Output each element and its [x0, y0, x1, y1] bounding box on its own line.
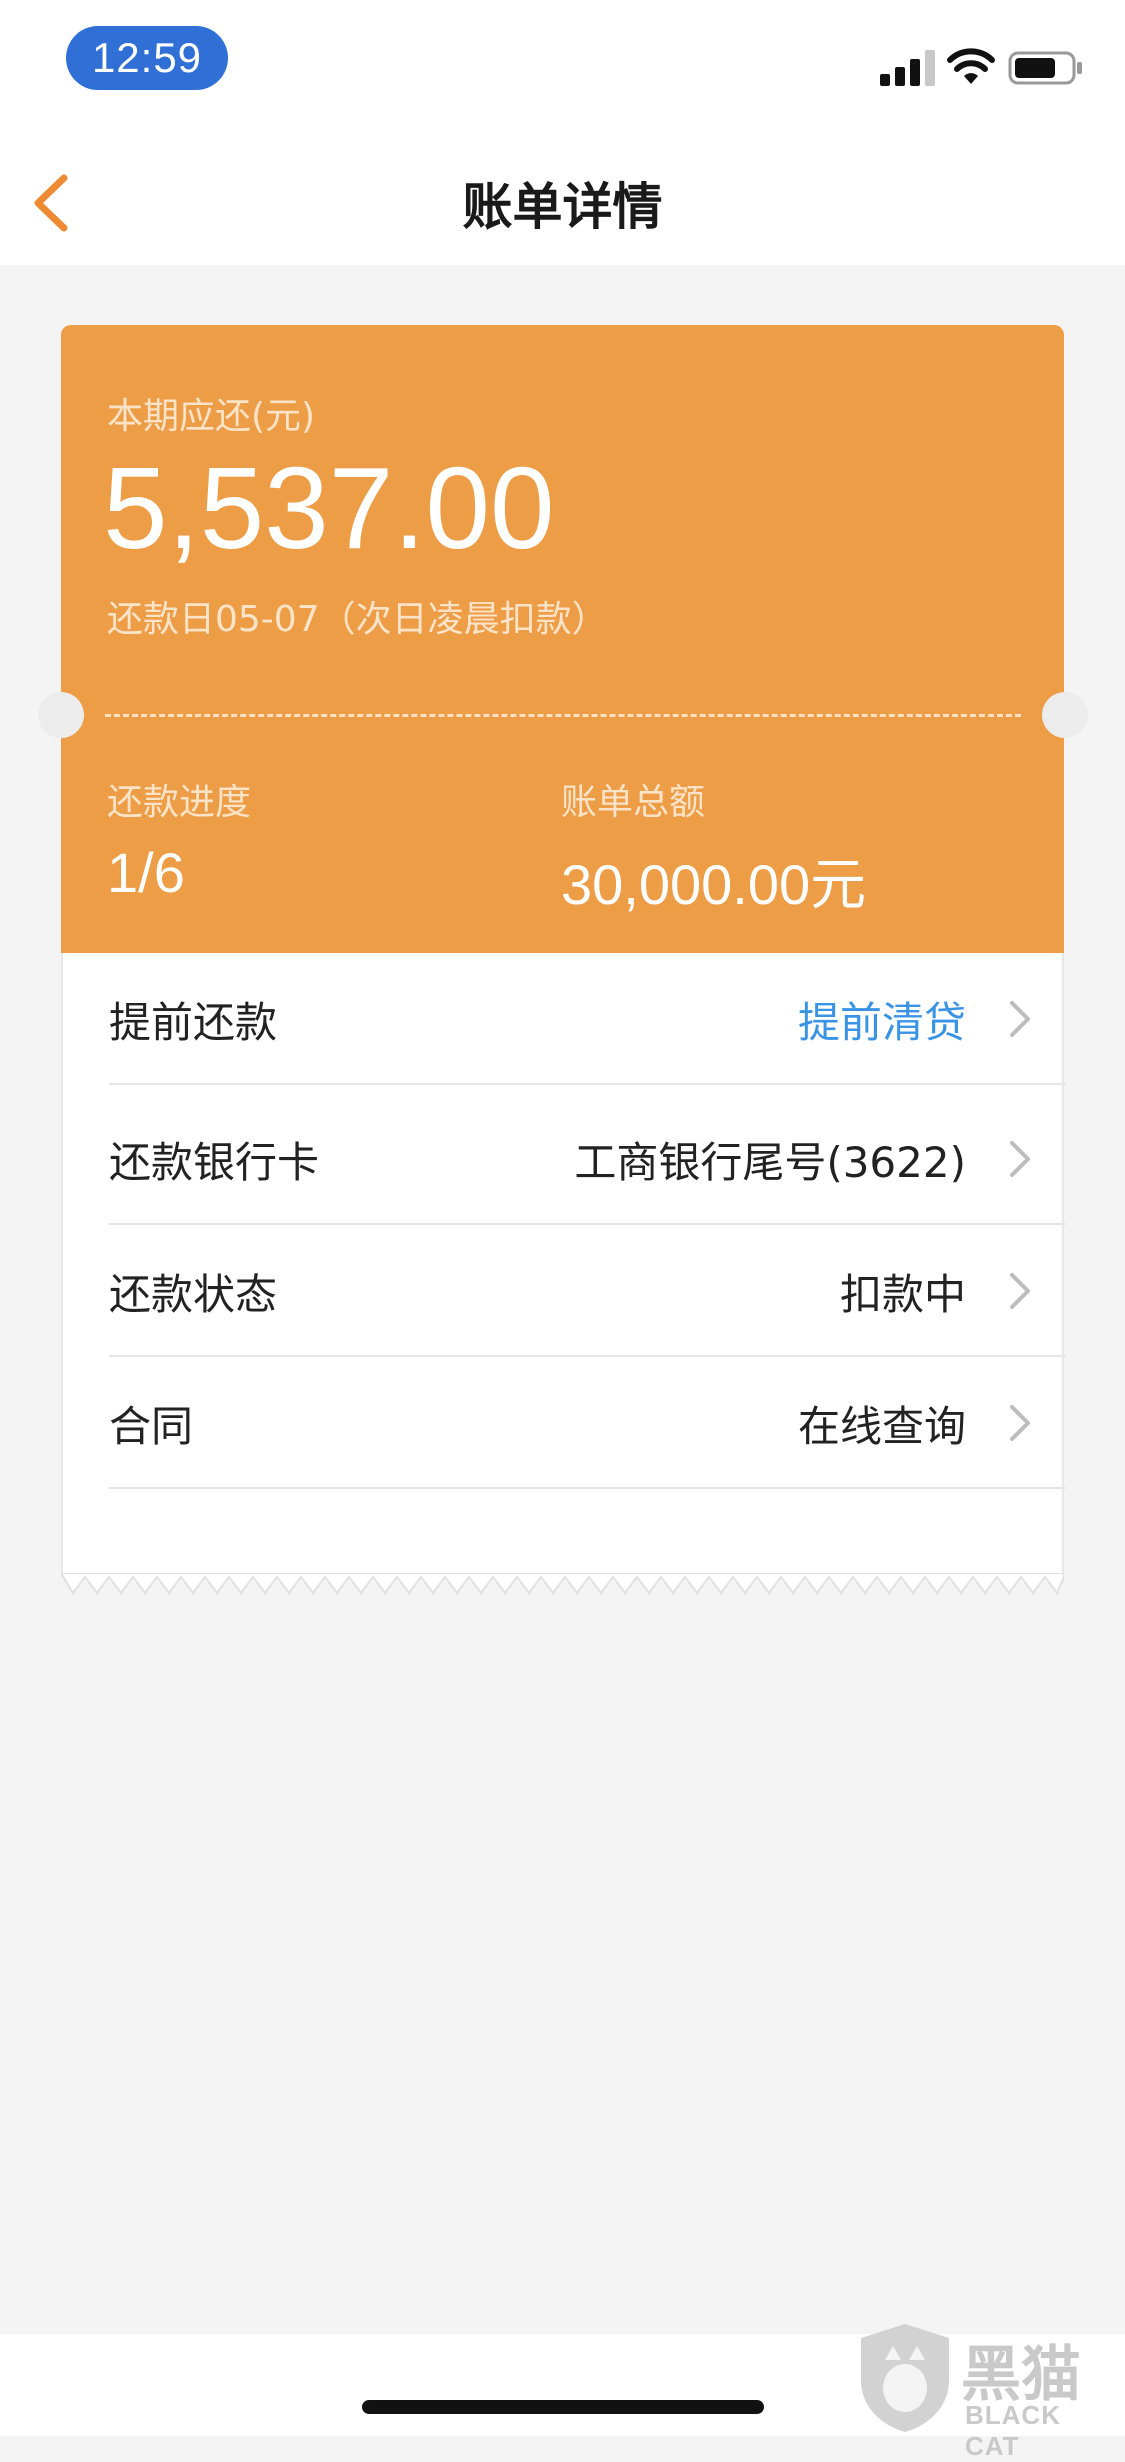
due-amount: 5,537.00	[103, 443, 555, 573]
chevron-right-icon	[1010, 1405, 1030, 1441]
ticket-notch-right	[1042, 692, 1088, 738]
chevron-right-icon	[1010, 1001, 1030, 1037]
watermark-subtext: BLACK CAT	[965, 2400, 1061, 2461]
row-value: 扣款中	[839, 1269, 966, 1319]
cellular-signal-icon	[880, 50, 935, 86]
row-contract[interactable]: 合同 在线查询	[109, 1357, 1066, 1489]
watermark: 黑猫 BLACK CAT	[855, 2320, 1115, 2461]
chevron-right-icon	[1010, 1273, 1030, 1309]
row-repayment-status[interactable]: 还款状态 扣款中	[109, 1225, 1066, 1357]
row-label: 还款银行卡	[109, 1137, 320, 1187]
nav-bar: 账单详情	[0, 140, 1125, 265]
progress-label: 还款进度	[107, 782, 252, 823]
due-date: 还款日05-07（次日凌晨扣款）	[107, 599, 608, 640]
total-label: 账单总额	[561, 782, 706, 823]
row-label: 提前还款	[109, 997, 278, 1047]
row-bank-card[interactable]: 还款银行卡 工商银行尾号(3622)	[109, 1093, 1066, 1225]
progress-value: 1/6	[107, 841, 185, 904]
back-chevron-icon[interactable]	[20, 168, 90, 238]
row-label: 合同	[109, 1401, 194, 1451]
early-payoff-link[interactable]: 提前清贷	[798, 953, 966, 1085]
bill-summary-card: 本期应还(元) 5,537.00 还款日05-07（次日凌晨扣款） 还款进度 1…	[61, 325, 1064, 953]
receipt-zigzag-edge	[61, 1573, 1064, 1595]
total-value: 30,000.00元	[561, 853, 867, 916]
status-bar: 12:59	[0, 0, 1125, 140]
cat-shield-icon	[861, 2324, 949, 2432]
status-time: 12:59	[66, 26, 228, 90]
battery-icon	[1008, 51, 1082, 85]
row-early-repayment[interactable]: 提前还款 提前清贷	[109, 953, 1066, 1085]
row-label: 还款状态	[109, 1269, 278, 1319]
row-value: 在线查询	[797, 1401, 966, 1451]
chevron-right-icon	[1010, 1141, 1030, 1177]
home-indicator[interactable]	[362, 2400, 764, 2414]
due-label: 本期应还(元)	[107, 396, 316, 437]
wifi-icon	[947, 48, 995, 84]
ticket-notch-left	[38, 692, 84, 738]
dashed-divider	[105, 714, 1021, 717]
page-title: 账单详情	[462, 177, 663, 236]
row-value: 工商银行尾号(3622)	[574, 1137, 966, 1187]
bill-details-list: 提前还款 提前清贷 还款银行卡 工商银行尾号(3622) 还款状态 扣款中 合同…	[61, 953, 1066, 1573]
